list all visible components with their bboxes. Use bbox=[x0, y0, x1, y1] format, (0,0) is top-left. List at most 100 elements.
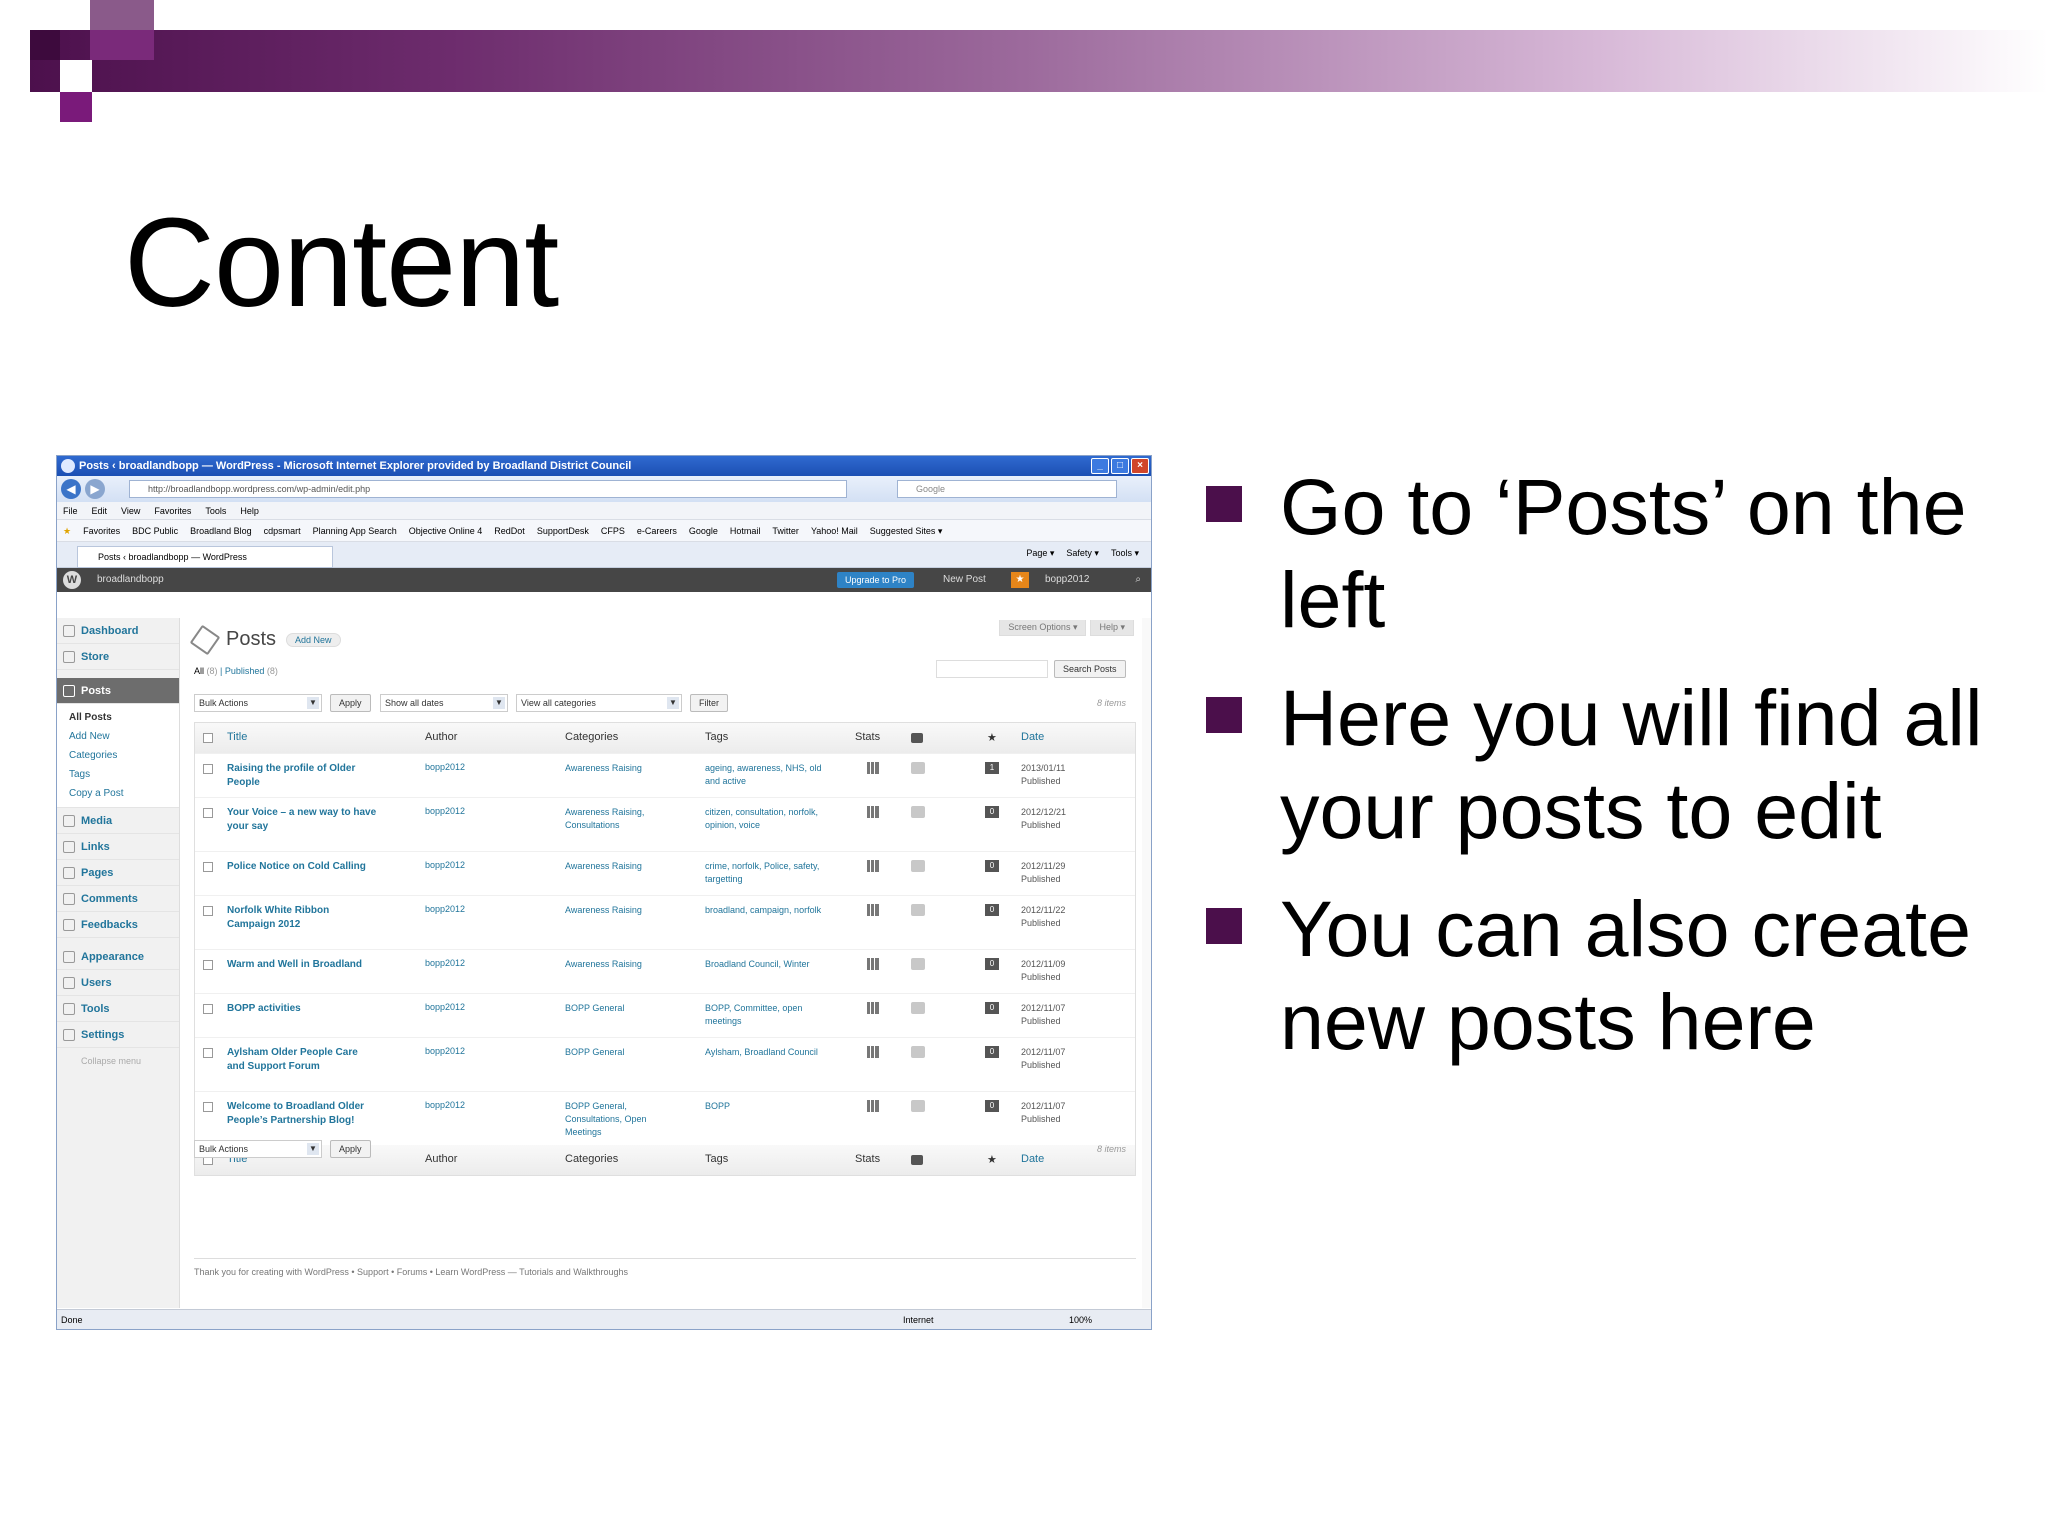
post-tags[interactable]: Broadland Council, Winter bbox=[705, 958, 835, 971]
sidebar-item-store[interactable]: Store bbox=[57, 644, 179, 670]
star-icon[interactable]: ★ bbox=[1011, 572, 1029, 588]
row-checkbox[interactable] bbox=[203, 960, 213, 970]
filter-button[interactable]: Filter bbox=[690, 694, 728, 712]
fav-item[interactable]: Hotmail bbox=[730, 520, 761, 541]
fav-item[interactable]: Yahoo! Mail bbox=[811, 520, 858, 541]
stats-icon[interactable] bbox=[867, 762, 879, 774]
submenu-add-new[interactable]: Add New bbox=[57, 727, 179, 746]
fav-item[interactable]: Broadland Blog bbox=[190, 520, 252, 541]
help-tab[interactable]: Help ▾ bbox=[1090, 620, 1134, 636]
stats-icon[interactable] bbox=[867, 1046, 879, 1058]
fav-item[interactable]: CFPS bbox=[601, 520, 625, 541]
table-row[interactable]: BOPP activities bopp2012 BOPP General BOPP,… bbox=[195, 993, 1135, 1037]
table-row[interactable]: Police Notice on Cold Calling bopp2012 Awa… bbox=[195, 851, 1135, 895]
safety-menu[interactable]: Safety ▾ bbox=[1066, 548, 1099, 559]
menu-tools[interactable]: Tools bbox=[205, 502, 226, 519]
fav-item[interactable]: e-Careers bbox=[637, 520, 677, 541]
table-row[interactable]: Warm and Well in Broadland bopp2012 Awaren… bbox=[195, 949, 1135, 993]
post-categories[interactable]: Awareness Raising bbox=[565, 860, 685, 873]
stats-icon[interactable] bbox=[867, 860, 879, 872]
post-categories[interactable]: Awareness Raising bbox=[565, 904, 685, 917]
post-title-link[interactable]: Welcome to Broadland Older People’s Part… bbox=[227, 1100, 377, 1128]
menu-help[interactable]: Help bbox=[240, 502, 259, 519]
fav-item[interactable]: SupportDesk bbox=[537, 520, 589, 541]
row-checkbox[interactable] bbox=[203, 862, 213, 872]
wordpress-logo-icon[interactable]: W bbox=[63, 571, 81, 589]
post-author[interactable]: bopp2012 bbox=[425, 860, 465, 870]
post-tags[interactable]: crime, norfolk, Police, safety, targetti… bbox=[705, 860, 835, 886]
post-title-link[interactable]: BOPP activities bbox=[227, 1002, 377, 1016]
post-author[interactable]: bopp2012 bbox=[425, 1100, 465, 1110]
table-row[interactable]: Aylsham Older People Care and Support Fo… bbox=[195, 1037, 1135, 1091]
comment-bubble-icon[interactable] bbox=[911, 860, 925, 872]
stats-icon[interactable] bbox=[867, 904, 879, 916]
select-all-checkbox[interactable] bbox=[203, 733, 213, 743]
address-bar[interactable]: http://broadlandbopp.wordpress.com/wp-ad… bbox=[129, 480, 847, 498]
search-icon[interactable]: ⌕ bbox=[1135, 568, 1141, 592]
tools-menu[interactable]: Tools ▾ bbox=[1111, 548, 1139, 559]
menu-view[interactable]: View bbox=[121, 502, 140, 519]
fav-item[interactable]: Suggested Sites ▾ bbox=[870, 520, 943, 541]
sidebar-item-pages[interactable]: Pages bbox=[57, 860, 179, 886]
post-categories[interactable]: Awareness Raising bbox=[565, 762, 685, 775]
post-title-link[interactable]: Your Voice – a new way to have your say bbox=[227, 806, 377, 834]
column-date[interactable]: Date bbox=[1021, 731, 1044, 743]
dates-select[interactable]: Show all dates ▼ bbox=[380, 694, 508, 712]
post-title-link[interactable]: Aylsham Older People Care and Support Fo… bbox=[227, 1046, 377, 1074]
user-name[interactable]: bopp2012 bbox=[1045, 568, 1090, 592]
back-icon[interactable]: ◀ bbox=[61, 479, 81, 499]
submenu-categories[interactable]: Categories bbox=[57, 746, 179, 765]
upgrade-button[interactable]: Upgrade to Pro bbox=[837, 572, 915, 588]
browser-tab[interactable]: Posts ‹ broadlandbopp — WordPress bbox=[77, 546, 333, 568]
submenu-all-posts[interactable]: All Posts bbox=[57, 708, 179, 727]
screen-options-tab[interactable]: Screen Options ▾ bbox=[999, 620, 1087, 636]
fav-item[interactable]: cdpsmart bbox=[264, 520, 301, 541]
submenu-copy-post[interactable]: Copy a Post bbox=[57, 784, 179, 803]
table-row[interactable]: Welcome to Broadland Older People’s Part… bbox=[195, 1091, 1135, 1145]
row-checkbox[interactable] bbox=[203, 1048, 213, 1058]
bulk-actions-select[interactable]: Bulk Actions ▼ bbox=[194, 694, 322, 712]
row-checkbox[interactable] bbox=[203, 906, 213, 916]
post-categories[interactable]: Awareness Raising, Consultations bbox=[565, 806, 685, 832]
fav-item[interactable]: Favorites bbox=[83, 520, 120, 541]
row-checkbox[interactable] bbox=[203, 764, 213, 774]
comment-bubble-icon[interactable] bbox=[911, 958, 925, 970]
post-author[interactable]: bopp2012 bbox=[425, 1046, 465, 1056]
post-title-link[interactable]: Warm and Well in Broadland bbox=[227, 958, 377, 972]
post-author[interactable]: bopp2012 bbox=[425, 806, 465, 816]
site-name[interactable]: broadlandbopp bbox=[97, 568, 164, 592]
fav-item[interactable]: Twitter bbox=[772, 520, 799, 541]
post-title-link[interactable]: Raising the profile of Older People bbox=[227, 762, 377, 790]
close-button[interactable]: × bbox=[1131, 458, 1149, 474]
post-title-link[interactable]: Norfolk White Ribbon Campaign 2012 bbox=[227, 904, 377, 932]
comment-bubble-icon[interactable] bbox=[911, 806, 925, 818]
sidebar-item-users[interactable]: Users bbox=[57, 970, 179, 996]
menu-edit[interactable]: Edit bbox=[92, 502, 108, 519]
new-post-link[interactable]: New Post bbox=[943, 568, 986, 592]
maximize-button[interactable]: □ bbox=[1111, 458, 1129, 474]
fav-item[interactable]: Google bbox=[689, 520, 718, 541]
comment-bubble-icon[interactable] bbox=[911, 1100, 925, 1112]
sidebar-item-media[interactable]: Media bbox=[57, 808, 179, 834]
stats-icon[interactable] bbox=[867, 958, 879, 970]
filter-published[interactable]: Published bbox=[225, 666, 265, 676]
fav-item[interactable]: Planning App Search bbox=[313, 520, 397, 541]
post-search-input[interactable] bbox=[936, 660, 1048, 678]
collapse-menu[interactable]: Collapse menu bbox=[57, 1048, 179, 1074]
post-author[interactable]: bopp2012 bbox=[425, 958, 465, 968]
apply-button[interactable]: Apply bbox=[330, 694, 371, 712]
sidebar-item-feedbacks[interactable]: Feedbacks bbox=[57, 912, 179, 938]
column-title[interactable]: Title bbox=[227, 731, 247, 743]
column-date[interactable]: Date bbox=[1021, 1153, 1044, 1165]
fav-item[interactable]: BDC Public bbox=[132, 520, 178, 541]
bulk-actions-select-bottom[interactable]: Bulk Actions ▼ bbox=[194, 1140, 322, 1158]
post-categories[interactable]: BOPP General bbox=[565, 1046, 685, 1059]
sidebar-item-appearance[interactable]: Appearance bbox=[57, 944, 179, 970]
post-tags[interactable]: Aylsham, Broadland Council bbox=[705, 1046, 835, 1059]
comment-bubble-icon[interactable] bbox=[911, 1046, 925, 1058]
browser-search-input[interactable]: Google bbox=[897, 480, 1117, 498]
row-checkbox[interactable] bbox=[203, 1102, 213, 1112]
post-tags[interactable]: BOPP bbox=[705, 1100, 835, 1113]
sidebar-item-settings[interactable]: Settings bbox=[57, 1022, 179, 1048]
post-tags[interactable]: BOPP, Committee, open meetings bbox=[705, 1002, 835, 1028]
